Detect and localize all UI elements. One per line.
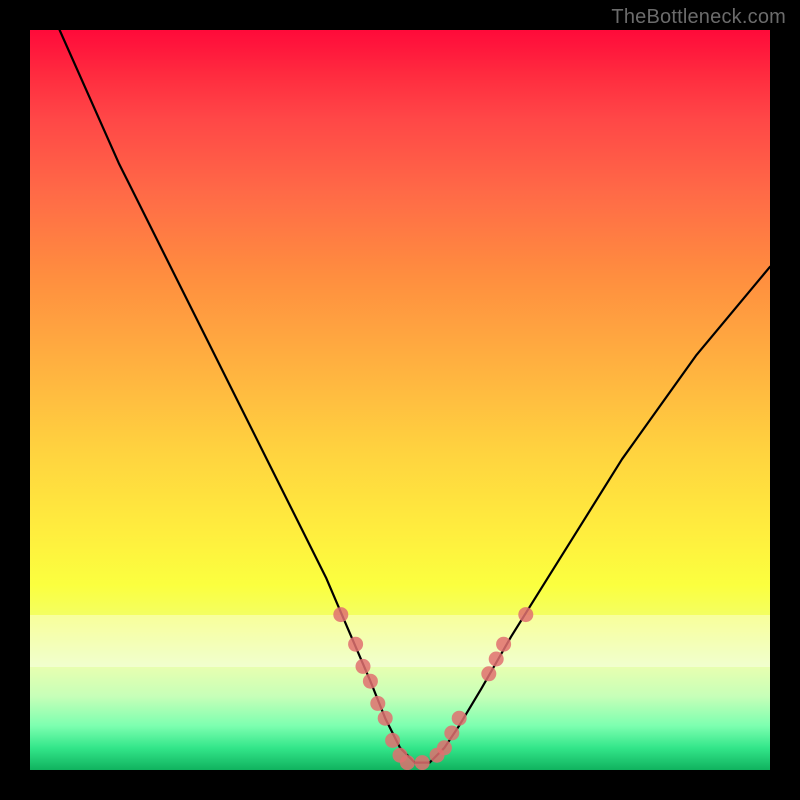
curve-marker	[378, 711, 393, 726]
chart-frame: TheBottleneck.com	[0, 0, 800, 800]
watermark-text: TheBottleneck.com	[611, 6, 786, 29]
bottleneck-curve	[60, 30, 770, 763]
curve-marker	[496, 637, 511, 652]
curve-marker	[356, 659, 371, 674]
curve-marker	[452, 711, 467, 726]
curve-marker	[437, 740, 452, 755]
curve-marker	[444, 726, 459, 741]
chart-svg	[30, 30, 770, 770]
curve-marker	[370, 696, 385, 711]
curve-marker	[400, 755, 415, 770]
curve-marker	[489, 652, 504, 667]
curve-marker	[348, 637, 363, 652]
plot-area	[30, 30, 770, 770]
curve-marker	[333, 607, 348, 622]
curve-marker	[385, 733, 400, 748]
marker-group	[333, 607, 533, 770]
curve-marker	[363, 674, 378, 689]
curve-marker	[518, 607, 533, 622]
curve-marker	[481, 666, 496, 681]
curve-marker	[415, 755, 430, 770]
